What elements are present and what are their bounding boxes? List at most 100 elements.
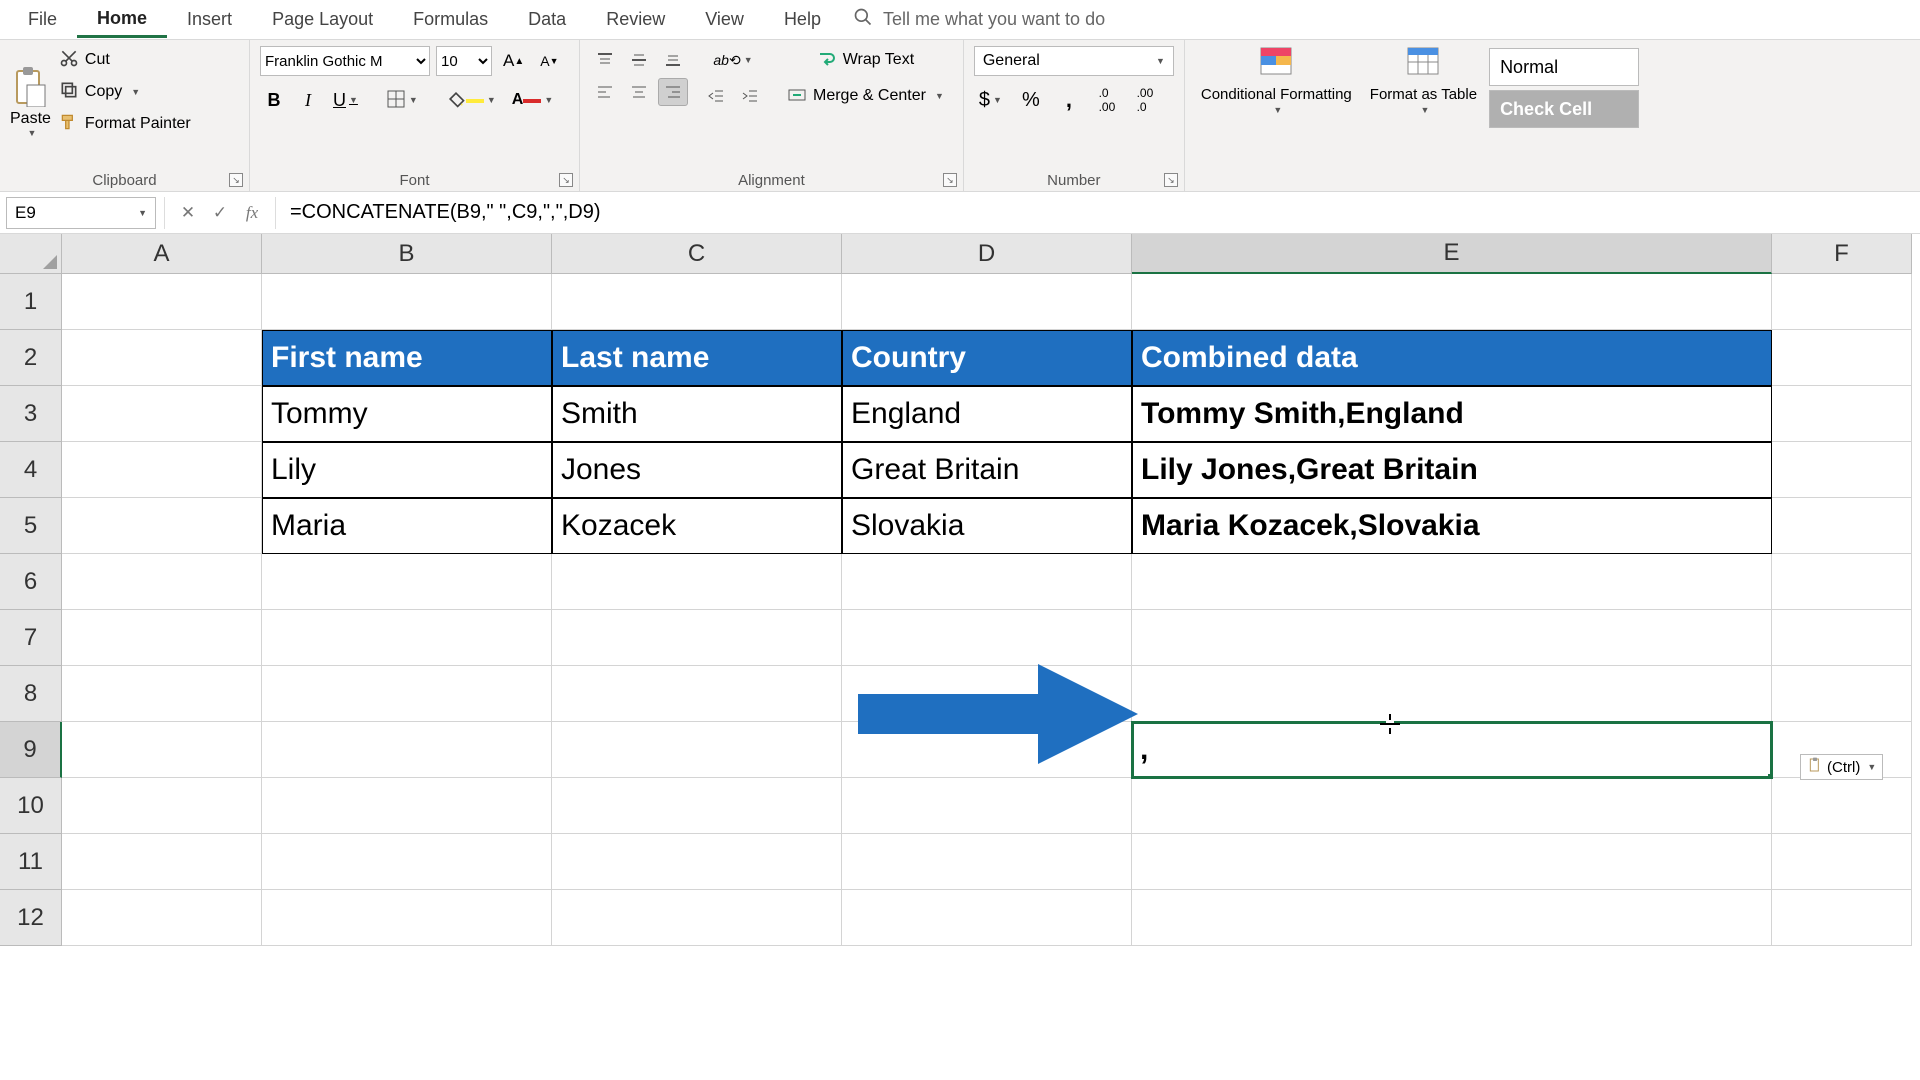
tab-page-layout[interactable]: Page Layout [252, 3, 393, 36]
tell-me-search[interactable]: Tell me what you want to do [853, 7, 1105, 32]
tab-home[interactable]: Home [77, 2, 167, 38]
cell[interactable] [62, 722, 262, 778]
cell[interactable] [552, 274, 842, 330]
row-header-5[interactable]: 5 [0, 498, 62, 554]
cell[interactable] [1772, 666, 1912, 722]
cell[interactable]: Kozacek [552, 498, 842, 554]
cell[interactable] [552, 778, 842, 834]
select-all-corner[interactable] [0, 234, 62, 274]
tab-review[interactable]: Review [586, 3, 685, 36]
cell[interactable]: England [842, 386, 1132, 442]
cell[interactable]: First name [262, 330, 552, 386]
decrease-font-button[interactable]: A▼ [535, 47, 563, 75]
cell[interactable] [1772, 610, 1912, 666]
tab-insert[interactable]: Insert [167, 3, 252, 36]
cell[interactable] [552, 666, 842, 722]
cell[interactable] [842, 610, 1132, 666]
tab-file[interactable]: File [8, 3, 77, 36]
fx-icon[interactable]: fx [239, 203, 265, 223]
fill-color-button[interactable]: ▼ [441, 86, 501, 114]
cell[interactable]: Last name [552, 330, 842, 386]
wrap-text-button[interactable]: Wrap Text [778, 46, 953, 74]
cell-copied[interactable]: Tommy Smith,England [1132, 386, 1772, 442]
cell[interactable] [1772, 554, 1912, 610]
col-header-B[interactable]: B [262, 234, 552, 274]
cell[interactable] [262, 274, 552, 330]
merge-center-button[interactable]: Merge & Center ▼ [778, 82, 953, 110]
dialog-launcher-clipboard[interactable]: ↘ [229, 173, 243, 187]
cell-style-normal[interactable]: Normal [1489, 48, 1639, 86]
cell[interactable] [62, 442, 262, 498]
cell[interactable] [842, 666, 1132, 722]
cell[interactable] [62, 778, 262, 834]
conditional-formatting-button[interactable]: Conditional Formatting▼ [1195, 46, 1358, 116]
cell[interactable] [1132, 554, 1772, 610]
decrease-decimal-button[interactable]: .00.0 [1131, 86, 1159, 114]
cell[interactable] [262, 890, 552, 946]
col-header-F[interactable]: F [1772, 234, 1912, 274]
align-left-button[interactable] [590, 78, 620, 106]
paste-options-tag[interactable]: (Ctrl) ▼ [1800, 754, 1883, 780]
row-header-1[interactable]: 1 [0, 274, 62, 330]
cell[interactable]: Country [842, 330, 1132, 386]
cell[interactable] [1772, 330, 1912, 386]
col-header-A[interactable]: A [62, 234, 262, 274]
decrease-indent-button[interactable] [702, 82, 730, 110]
accounting-format-button[interactable]: $▼ [974, 86, 1007, 114]
cell[interactable] [262, 834, 552, 890]
cell[interactable] [1772, 442, 1912, 498]
cell[interactable] [552, 722, 842, 778]
copy-button[interactable]: Copy ▼ [59, 78, 191, 106]
cell[interactable] [1772, 386, 1912, 442]
tab-help[interactable]: Help [764, 3, 841, 36]
borders-button[interactable]: ▼ [381, 86, 423, 114]
paste-button[interactable]: Paste ▼ [10, 67, 51, 138]
cell[interactable] [1772, 778, 1912, 834]
align-bottom-button[interactable] [658, 46, 688, 74]
cell[interactable]: Tommy [262, 386, 552, 442]
cell[interactable] [552, 834, 842, 890]
row-header-10[interactable]: 10 [0, 778, 62, 834]
col-header-D[interactable]: D [842, 234, 1132, 274]
cell[interactable]: Great Britain [842, 442, 1132, 498]
cell[interactable]: Combined data [1132, 330, 1772, 386]
cell[interactable] [1772, 834, 1912, 890]
comma-format-button[interactable]: , [1055, 86, 1083, 114]
name-box[interactable]: E9 ▼ [6, 197, 156, 229]
col-header-E[interactable]: E [1132, 234, 1772, 274]
cell[interactable] [262, 666, 552, 722]
cell[interactable] [842, 722, 1132, 778]
cell[interactable]: Lily Jones,Great Britain [1132, 442, 1772, 498]
cell[interactable] [1132, 666, 1772, 722]
row-header-4[interactable]: 4 [0, 442, 62, 498]
dialog-launcher-alignment[interactable]: ↘ [943, 173, 957, 187]
orientation-button[interactable]: ab⟲▼ [702, 46, 764, 74]
format-as-table-button[interactable]: Format as Table▼ [1364, 46, 1483, 116]
cell[interactable] [1772, 890, 1912, 946]
cell[interactable] [842, 890, 1132, 946]
percent-format-button[interactable]: % [1017, 86, 1045, 114]
cell[interactable] [62, 666, 262, 722]
cell[interactable] [842, 778, 1132, 834]
cell[interactable] [62, 386, 262, 442]
align-center-button[interactable] [624, 78, 654, 106]
number-format-select[interactable]: General ▼ [974, 46, 1174, 76]
dialog-launcher-font[interactable]: ↘ [559, 173, 573, 187]
align-right-button[interactable] [658, 78, 688, 106]
cancel-formula-button[interactable]: ✕ [175, 203, 201, 223]
cell[interactable]: Maria Kozacek,Slovakia [1132, 498, 1772, 554]
align-top-button[interactable] [590, 46, 620, 74]
tab-data[interactable]: Data [508, 3, 586, 36]
row-header-7[interactable]: 7 [0, 610, 62, 666]
cell[interactable] [552, 890, 842, 946]
col-header-C[interactable]: C [552, 234, 842, 274]
cell[interactable] [62, 834, 262, 890]
underline-button[interactable]: U▼ [328, 86, 363, 114]
cell[interactable] [62, 330, 262, 386]
accept-formula-button[interactable]: ✓ [207, 203, 233, 223]
increase-font-button[interactable]: A▲ [498, 47, 529, 75]
cut-button[interactable]: Cut [59, 46, 191, 74]
cell[interactable]: Slovakia [842, 498, 1132, 554]
cell[interactable] [262, 722, 552, 778]
cell[interactable] [1132, 834, 1772, 890]
